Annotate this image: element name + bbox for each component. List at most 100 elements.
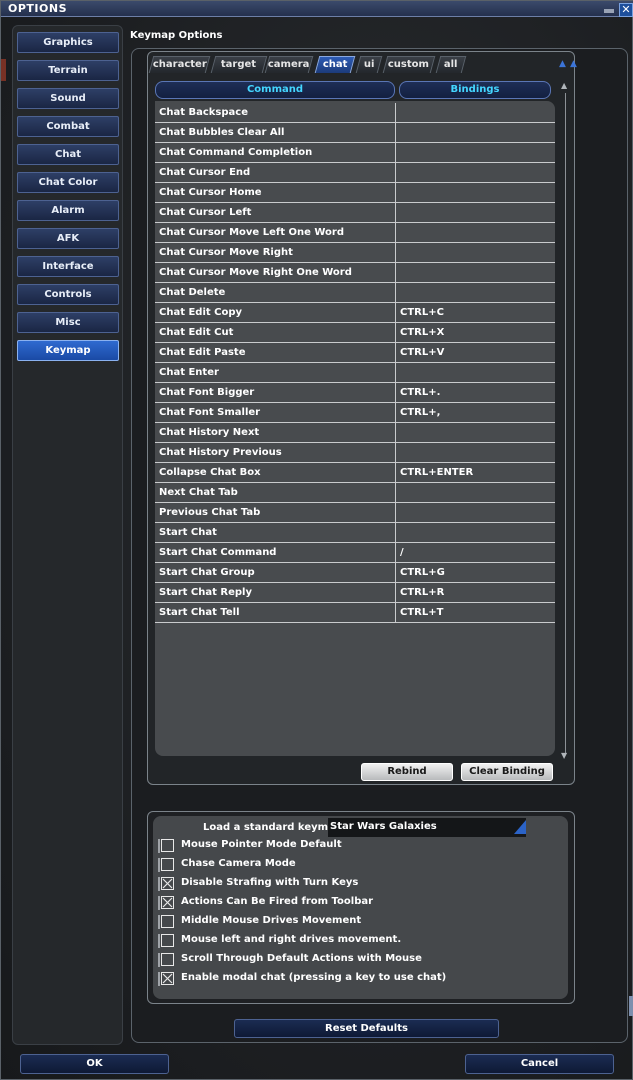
scroll-down-icon[interactable]: ▼ [561, 751, 567, 760]
table-row[interactable]: Next Chat Tab [155, 483, 555, 503]
table-row[interactable]: Chat History Previous [155, 443, 555, 463]
tab-chat[interactable]: chat [314, 56, 356, 73]
tab-ui[interactable]: ui [355, 56, 383, 73]
row-divider [158, 953, 160, 967]
tab-scroll-right-icon[interactable]: ▲ [570, 59, 577, 69]
column-header-command[interactable]: Command [155, 81, 395, 99]
table-row[interactable]: Chat Font Smaller CTRL+, [155, 403, 555, 423]
tab-custom[interactable]: custom [382, 56, 436, 73]
checkbox-unchecked-icon[interactable] [161, 915, 174, 928]
tab-character[interactable]: character [148, 56, 211, 73]
table-row[interactable]: Chat Edit Cut CTRL+X [155, 323, 555, 343]
binding-cell [400, 103, 550, 123]
checkbox-row[interactable]: Actions Can Be Fired from Toolbar [158, 894, 558, 912]
table-row[interactable]: Chat Cursor Move Right [155, 243, 555, 263]
binding-cell: CTRL+ENTER [400, 467, 474, 478]
table-scrollbar[interactable]: ▲ ▼ [561, 81, 569, 763]
table-row[interactable]: Chat Cursor End [155, 163, 555, 183]
table-row[interactable]: Chat Cursor Move Right One Word [155, 263, 555, 283]
checkbox-row[interactable]: Chase Camera Mode [158, 856, 558, 874]
table-row[interactable]: Start Chat Group CTRL+G [155, 563, 555, 583]
table-row[interactable]: Chat Delete [155, 283, 555, 303]
command-cell: Start Chat [155, 523, 396, 543]
binding-cell [400, 483, 550, 503]
close-icon[interactable]: ✕ [619, 3, 633, 17]
chevron-down-icon[interactable] [514, 820, 526, 834]
sidebar-item-chat[interactable]: Chat [17, 144, 119, 165]
checkbox-unchecked-icon[interactable] [161, 934, 174, 947]
table-row[interactable]: Chat Font Bigger CTRL+. [155, 383, 555, 403]
checkbox-checked-icon[interactable] [161, 972, 174, 985]
table-row[interactable]: Chat Enter [155, 363, 555, 383]
sidebar-item-interface[interactable]: Interface [17, 256, 119, 277]
checkbox-row[interactable]: Scroll Through Default Actions with Mous… [158, 951, 558, 969]
checkbox-row[interactable]: Middle Mouse Drives Movement [158, 913, 558, 931]
command-cell: Start Chat Command [155, 543, 396, 563]
sidebar-item-combat[interactable]: Combat [17, 116, 119, 137]
binding-cell: CTRL+T [400, 607, 444, 618]
checkbox-label: Middle Mouse Drives Movement [181, 915, 362, 926]
checkbox-unchecked-icon[interactable] [161, 953, 174, 966]
table-row[interactable]: Chat Cursor Left [155, 203, 555, 223]
checkbox-unchecked-icon[interactable] [161, 839, 174, 852]
checkbox-row[interactable]: Enable modal chat (pressing a key to use… [158, 970, 558, 988]
sidebar-item-terrain[interactable]: Terrain [17, 60, 119, 81]
checkbox-checked-icon[interactable] [161, 877, 174, 890]
command-cell: Chat Cursor Move Right [155, 243, 396, 263]
scrollbar-track[interactable] [565, 93, 566, 753]
resize-handle[interactable] [629, 996, 633, 1016]
scroll-up-icon[interactable]: ▲ [561, 81, 567, 90]
binding-cell: CTRL+. [400, 387, 441, 398]
sidebar-item-sound[interactable]: Sound [17, 88, 119, 109]
table-row[interactable]: Chat Cursor Move Left One Word [155, 223, 555, 243]
sidebar-item-graphics[interactable]: Graphics [17, 32, 119, 53]
sidebar-item-alarm[interactable]: Alarm [17, 200, 119, 221]
table-row[interactable]: Chat Command Completion [155, 143, 555, 163]
binding-cell [400, 523, 550, 543]
window-edge-decoration [1, 59, 6, 81]
table-row[interactable]: Start Chat [155, 523, 555, 543]
binding-cell [400, 223, 550, 243]
command-cell: Chat Bubbles Clear All [155, 123, 396, 143]
table-row[interactable]: Start Chat Tell CTRL+T [155, 603, 555, 623]
clear-binding-button[interactable]: Clear Binding [461, 763, 553, 781]
table-row[interactable]: Chat Backspace [155, 103, 555, 123]
rebind-button[interactable]: Rebind [361, 763, 453, 781]
table-row[interactable]: Collapse Chat Box CTRL+ENTER [155, 463, 555, 483]
checkbox-row[interactable]: Mouse Pointer Mode Default [158, 837, 558, 855]
tab-all[interactable]: all [435, 56, 467, 73]
sidebar-item-chat-color[interactable]: Chat Color [17, 172, 119, 193]
keymap-dropdown[interactable]: Star Wars Galaxies [328, 818, 526, 837]
table-row[interactable]: Chat Edit Copy CTRL+C [155, 303, 555, 323]
reset-defaults-button[interactable]: Reset Defaults [234, 1019, 499, 1038]
tab-camera[interactable]: camera [264, 56, 314, 73]
row-divider [158, 915, 160, 929]
table-row[interactable]: Previous Chat Tab [155, 503, 555, 523]
table-row[interactable]: Chat Bubbles Clear All [155, 123, 555, 143]
command-cell: Chat Cursor Move Left One Word [155, 223, 396, 243]
sidebar-item-afk[interactable]: AFK [17, 228, 119, 249]
ok-button[interactable]: OK [20, 1054, 169, 1074]
table-row[interactable]: Start Chat Command / [155, 543, 555, 563]
binding-cell [400, 503, 550, 523]
table-row[interactable]: Chat History Next [155, 423, 555, 443]
title-bar[interactable]: OPTIONS ✕ [1, 1, 633, 17]
checkbox-row[interactable]: Mouse left and right drives movement. [158, 932, 558, 950]
sidebar-item-misc[interactable]: Misc [17, 312, 119, 333]
checkbox-checked-icon[interactable] [161, 896, 174, 909]
table-row[interactable]: Chat Edit Paste CTRL+V [155, 343, 555, 363]
tab-scroll-left-icon[interactable]: ▲ [559, 59, 566, 69]
command-cell: Chat Command Completion [155, 143, 396, 163]
cancel-button[interactable]: Cancel [465, 1054, 614, 1074]
column-header-bindings[interactable]: Bindings [399, 81, 551, 99]
minimize-icon[interactable] [604, 9, 614, 13]
table-row[interactable]: Start Chat Reply CTRL+R [155, 583, 555, 603]
table-row[interactable]: Chat Cursor Home [155, 183, 555, 203]
checkbox-label: Disable Strafing with Turn Keys [181, 877, 359, 888]
checkbox-row[interactable]: Disable Strafing with Turn Keys [158, 875, 558, 893]
checkbox-unchecked-icon[interactable] [161, 858, 174, 871]
sidebar-item-controls[interactable]: Controls [17, 284, 119, 305]
command-cell: Chat Edit Paste [155, 343, 396, 363]
sidebar-item-keymap[interactable]: Keymap [17, 340, 119, 361]
tab-target[interactable]: target [210, 56, 268, 73]
